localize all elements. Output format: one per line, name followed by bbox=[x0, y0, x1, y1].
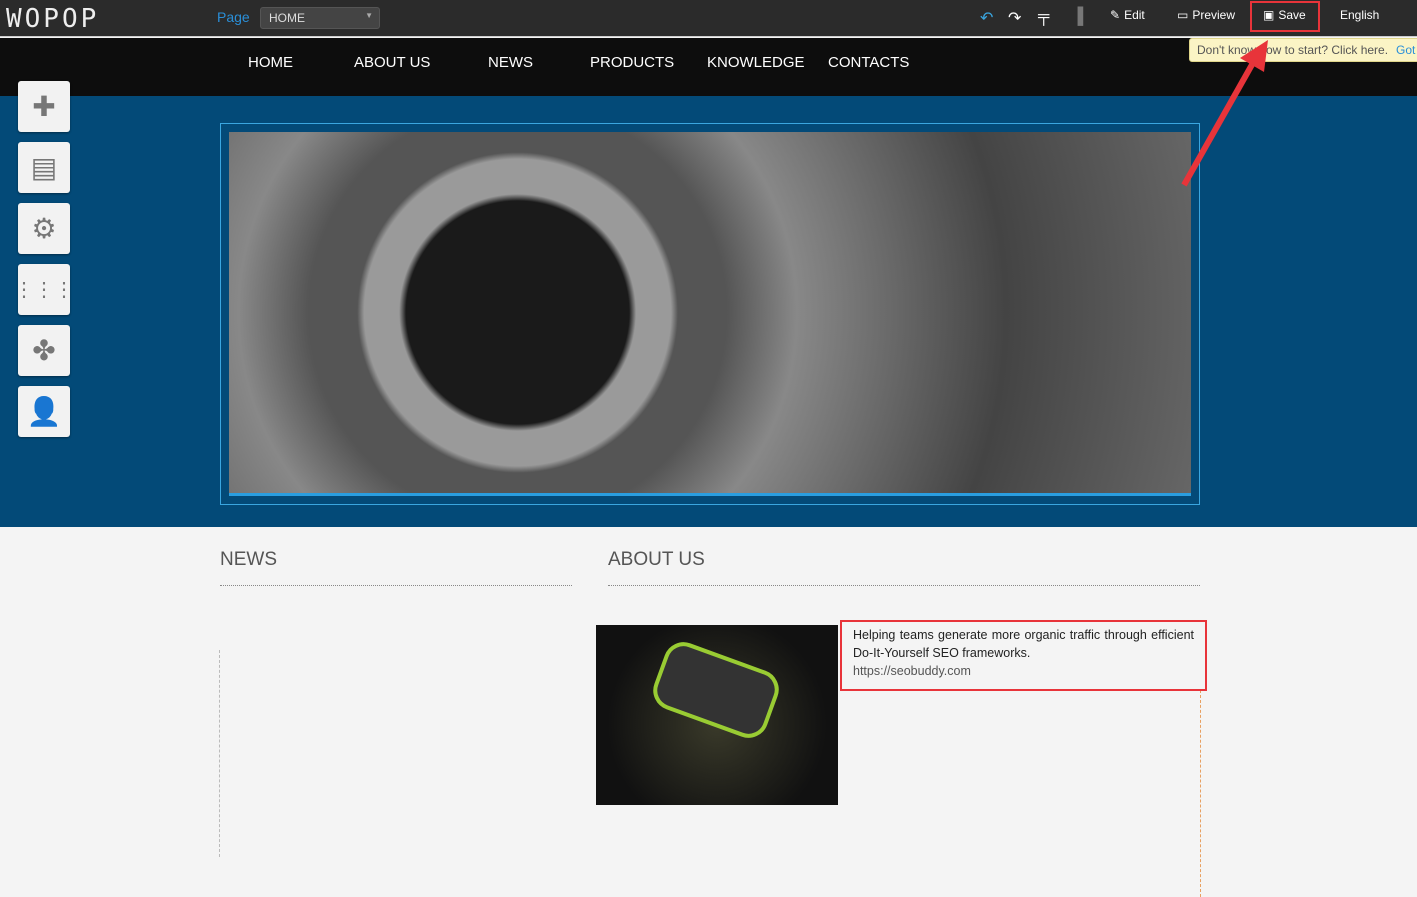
edit-label: Edit bbox=[1124, 8, 1145, 22]
toolbox-icon[interactable]: ▤ bbox=[18, 142, 70, 193]
nav-home[interactable]: HOME bbox=[248, 54, 293, 71]
ruler-icon[interactable]: ╤ bbox=[1038, 8, 1049, 26]
edit-icon: ✎ bbox=[1110, 8, 1121, 22]
page-select[interactable]: HOME ▼ bbox=[260, 7, 380, 29]
redo-icon[interactable]: ↷ bbox=[1008, 8, 1021, 28]
divider bbox=[219, 650, 220, 857]
nav-knowledge[interactable]: KNOWLEDGE bbox=[707, 54, 805, 71]
nav-about[interactable]: ABOUT US bbox=[354, 54, 430, 71]
logo: WOPOP bbox=[6, 4, 100, 34]
divider bbox=[1200, 690, 1201, 897]
watch-banner-image bbox=[229, 132, 1191, 496]
nav-contacts[interactable]: CONTACTS bbox=[828, 54, 909, 71]
smartwatch-image bbox=[596, 625, 838, 805]
preview-label: Preview bbox=[1192, 8, 1236, 22]
undo-icon[interactable]: ↶ bbox=[980, 8, 993, 28]
language-select[interactable]: English bbox=[1340, 8, 1379, 22]
about-heading: ABOUT US bbox=[608, 549, 705, 570]
user-icon[interactable]: 👤 bbox=[18, 386, 70, 437]
top-toolbar: WOPOP Page HOME ▼ ↶ ↷ ╤ ▐ ✎ Edit ▭ Preview … bbox=[0, 0, 1417, 37]
page-label: Page bbox=[217, 9, 250, 25]
news-heading: NEWS bbox=[220, 549, 277, 570]
nav-news[interactable]: NEWS bbox=[488, 54, 533, 71]
add-icon[interactable]: ✚ bbox=[18, 81, 70, 132]
save-highlight bbox=[1250, 1, 1320, 32]
divider bbox=[220, 585, 572, 586]
about-text-box[interactable]: Helping teams generate more organic traf… bbox=[840, 620, 1207, 691]
preview-button[interactable]: ▭ Preview bbox=[1177, 8, 1235, 22]
monitor-icon: ▭ bbox=[1177, 8, 1189, 22]
divider bbox=[608, 585, 1200, 586]
chevron-down-icon: ▼ bbox=[365, 11, 373, 20]
clover-icon[interactable]: ✤ bbox=[18, 325, 70, 376]
nav-products[interactable]: PRODUCTS bbox=[590, 54, 674, 71]
gear-icon[interactable]: ⚙ bbox=[18, 203, 70, 254]
annotation-arrow bbox=[1181, 40, 1268, 187]
about-text: Helping teams generate more organic traf… bbox=[853, 628, 1194, 660]
tool-sidebar: ✚ ▤ ⚙ ⋮⋮⋮ ✤ 👤 bbox=[14, 81, 74, 447]
chart-icon[interactable]: ▐ bbox=[1072, 8, 1083, 26]
page-select-value: HOME bbox=[269, 11, 305, 25]
banner-frame[interactable] bbox=[220, 123, 1200, 505]
edit-button[interactable]: ✎ Edit bbox=[1110, 8, 1145, 22]
about-link[interactable]: https://seobuddy.com bbox=[853, 664, 971, 678]
grid-icon[interactable]: ⋮⋮⋮ bbox=[14, 264, 74, 315]
tooltip-dismiss[interactable]: Got bbox=[1396, 43, 1415, 57]
